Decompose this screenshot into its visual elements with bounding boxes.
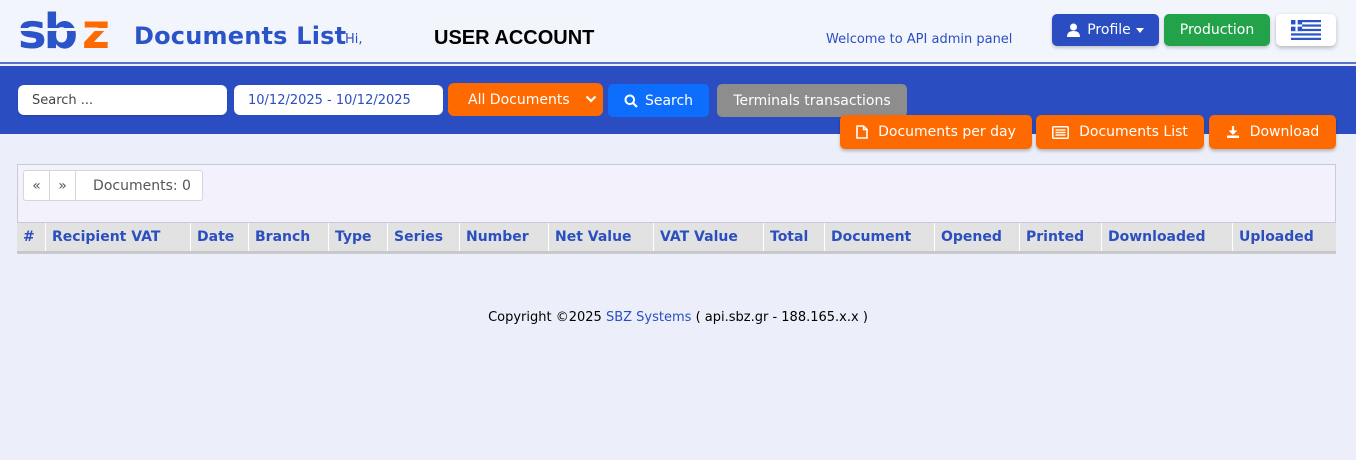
doc-list-label: Documents List xyxy=(1079,124,1188,140)
list-icon xyxy=(1052,125,1070,139)
greeting-text: Hi, xyxy=(345,32,363,47)
terminals-label: Terminals transactions xyxy=(733,92,891,109)
production-button[interactable]: Production xyxy=(1164,14,1270,46)
host-info: ( api.sbz.gr - 188.165.x.x ) xyxy=(695,310,868,325)
date-range-input[interactable] xyxy=(234,85,443,115)
column-header-total[interactable]: Total xyxy=(764,223,825,251)
welcome-text: Welcome to API admin panel xyxy=(826,32,1013,47)
user-account-name: USER ACCOUNT xyxy=(434,27,595,49)
sbz-logo[interactable]: sb z xyxy=(18,6,126,54)
column-header-type[interactable]: Type xyxy=(329,223,388,251)
column-header-downloaded[interactable]: Downloaded xyxy=(1102,223,1233,251)
column-header-series[interactable]: Series xyxy=(388,223,460,251)
document-type-value: All Documents xyxy=(468,91,570,108)
search-button[interactable]: Search xyxy=(608,84,709,117)
column-header-printed[interactable]: Printed xyxy=(1020,223,1102,251)
download-icon xyxy=(1226,125,1240,139)
download-button[interactable]: Download xyxy=(1209,115,1336,149)
chevron-down-icon xyxy=(585,95,597,103)
column-header-opened[interactable]: Opened xyxy=(935,223,1020,251)
column-header-recipient-vat[interactable]: Recipient VAT xyxy=(46,223,191,251)
document-type-select[interactable]: All Documents xyxy=(448,83,603,116)
profile-button[interactable]: Profile xyxy=(1052,14,1159,46)
copyright-text: Copyright ©2025 xyxy=(488,310,602,325)
terminals-transactions-button[interactable]: Terminals transactions xyxy=(717,84,907,117)
search-label: Search xyxy=(644,92,694,109)
next-page-button[interactable]: » xyxy=(50,171,76,200)
column-header-index[interactable]: # xyxy=(17,223,46,251)
user-icon xyxy=(1067,23,1081,37)
column-header-uploaded[interactable]: Uploaded xyxy=(1233,223,1336,251)
search-icon xyxy=(624,94,638,108)
column-header-net-value[interactable]: Net Value xyxy=(549,223,654,251)
footer: Copyright ©2025 SBZ Systems ( api.sbz.gr… xyxy=(0,310,1356,325)
page-title: Documents List xyxy=(134,22,347,50)
company-link[interactable]: SBZ Systems xyxy=(606,310,691,325)
file-icon xyxy=(856,125,868,139)
chevron-down-icon xyxy=(1135,27,1144,33)
search-input[interactable] xyxy=(18,85,227,115)
column-header-branch[interactable]: Branch xyxy=(249,223,329,251)
profile-label: Profile xyxy=(1087,22,1131,38)
download-label: Download xyxy=(1249,124,1320,140)
header: sb z Documents List Hi, USER ACCOUNT Wel… xyxy=(0,0,1356,64)
documents-table-header: # Recipient VAT Date Branch Type Series … xyxy=(17,222,1336,253)
column-header-vat-value[interactable]: VAT Value xyxy=(654,223,764,251)
production-label: Production xyxy=(1179,22,1255,38)
column-header-date[interactable]: Date xyxy=(191,223,249,251)
documents-list-button[interactable]: Documents List xyxy=(1036,115,1204,149)
greek-flag-icon xyxy=(1291,20,1321,40)
language-button[interactable] xyxy=(1276,14,1336,46)
documents-count: Documents: 0 xyxy=(93,177,191,194)
column-header-number[interactable]: Number xyxy=(460,223,549,251)
column-header-document[interactable]: Document xyxy=(825,223,935,251)
pager: « » Documents: 0 xyxy=(23,170,203,201)
previous-page-button[interactable]: « xyxy=(24,171,50,200)
documents-per-day-button[interactable]: Documents per day xyxy=(840,115,1032,149)
per-day-label: Documents per day xyxy=(878,124,1016,140)
